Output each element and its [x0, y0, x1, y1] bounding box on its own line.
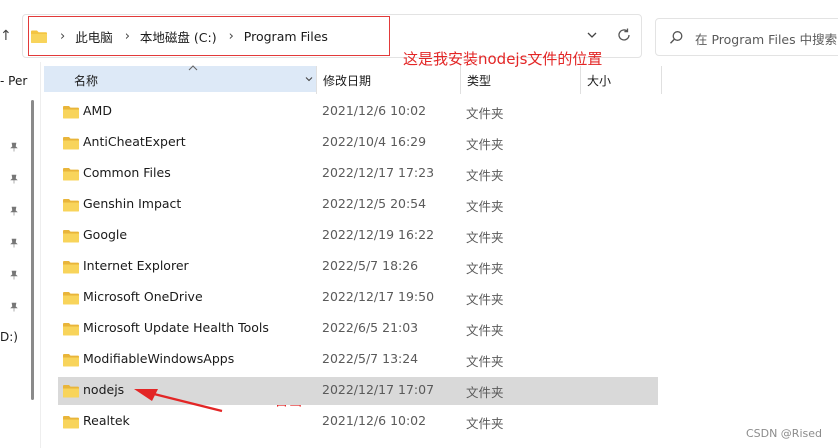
breadcrumb-this-pc[interactable]: 此电脑 [75, 27, 113, 46]
file-name: AntiCheatExpert [83, 134, 186, 149]
file-modified-date: 2022/6/5 21:03 [322, 320, 419, 335]
pin-icon [10, 270, 18, 280]
folder-icon [30, 29, 48, 44]
file-row[interactable]: Genshin Impact 2022/12/5 20:54 文件夹 [58, 191, 658, 219]
file-type: 文件夹 [466, 261, 504, 276]
file-modified-date: 2022/5/7 13:24 [322, 351, 419, 366]
file-type: 文件夹 [466, 354, 504, 369]
file-name: Google [83, 227, 128, 242]
column-divider[interactable] [580, 66, 581, 94]
file-row[interactable]: Internet Explorer 2022/5/7 18:26 文件夹 [58, 253, 658, 281]
file-row[interactable]: ModifiableWindowsApps 2022/5/7 13:24 文件夹 [58, 346, 658, 374]
address-dropdown-chevron-icon[interactable] [585, 28, 599, 42]
folder-icon [63, 230, 79, 243]
pin-icon [10, 174, 18, 184]
file-modified-date: 2022/12/5 20:54 [322, 196, 427, 211]
file-type: 文件夹 [466, 106, 504, 121]
column-divider[interactable] [661, 66, 662, 94]
folder-icon [63, 354, 79, 367]
file-row[interactable]: Common Files 2022/12/17 17:23 文件夹 [58, 160, 658, 188]
column-date-label[interactable]: 修改日期 [323, 72, 371, 89]
pin-icon [10, 142, 18, 152]
folder-icon [63, 292, 79, 305]
file-type: 文件夹 [466, 230, 504, 245]
folder-icon [63, 106, 79, 119]
file-name: Microsoft Update Health Tools [83, 320, 269, 335]
column-divider[interactable] [460, 66, 461, 94]
file-modified-date: 2022/12/17 17:23 [322, 165, 435, 180]
file-modified-date: 2022/12/19 16:22 [322, 227, 435, 242]
search-input[interactable]: 在 Program Files 中搜索 [655, 18, 838, 56]
breadcrumb-separator: › [60, 28, 66, 44]
file-name: Internet Explorer [83, 258, 189, 273]
search-placeholder: 在 Program Files 中搜索 [695, 32, 838, 47]
breadcrumb-local-disk-c[interactable]: 本地磁盘 (C:) [140, 27, 217, 46]
up-arrow-icon[interactable]: ↑ [0, 28, 12, 44]
file-name: Realtek [83, 413, 130, 428]
column-divider[interactable] [316, 66, 317, 94]
pane-divider [40, 62, 41, 448]
file-modified-date: 2022/5/7 18:26 [322, 258, 419, 273]
file-type: 文件夹 [466, 323, 504, 338]
nav-item-drive-d[interactable]: D:) [0, 330, 18, 344]
file-type: 文件夹 [466, 168, 504, 183]
folder-icon [63, 261, 79, 274]
file-name: AMD [83, 103, 112, 118]
nav-scrollbar[interactable] [31, 100, 34, 400]
file-row[interactable]: Microsoft OneDrive 2022/12/17 19:50 文件夹 [58, 284, 658, 312]
file-type: 文件夹 [466, 292, 504, 307]
pin-icon [10, 238, 18, 248]
column-header-name[interactable]: 名称 [44, 65, 316, 92]
file-row[interactable]: Microsoft Update Health Tools 2022/6/5 21… [58, 315, 658, 343]
nav-item-partial[interactable]: - Per [0, 74, 27, 88]
file-name: ModifiableWindowsApps [83, 351, 235, 366]
folder-icon [63, 168, 79, 181]
folder-icon [63, 137, 79, 150]
file-name: Microsoft OneDrive [83, 289, 203, 304]
file-modified-date: 2021/12/6 10:02 [322, 413, 427, 428]
file-modified-date: 2022/12/17 17:07 [322, 382, 435, 397]
file-type: 文件夹 [466, 385, 504, 400]
file-modified-date: 2022/12/17 19:50 [322, 289, 435, 304]
folder-icon [63, 323, 79, 336]
file-type: 文件夹 [466, 416, 504, 431]
breadcrumb-separator: › [228, 28, 234, 44]
refresh-icon[interactable] [616, 27, 632, 43]
file-modified-date: 2022/10/4 16:29 [322, 134, 427, 149]
column-size-label[interactable]: 大小 [587, 72, 611, 89]
file-name: nodejs [83, 382, 125, 397]
annotation-arrow [134, 389, 223, 413]
file-row[interactable]: Google 2022/12/19 16:22 文件夹 [58, 222, 658, 250]
search-icon [669, 31, 683, 44]
sort-ascending-icon [188, 65, 198, 71]
file-row[interactable]: AMD 2021/12/6 10:02 文件夹 [58, 98, 658, 126]
breadcrumb-separator: › [124, 28, 130, 44]
file-name: Common Files [83, 165, 171, 180]
folder-icon [63, 199, 79, 212]
file-name: Genshin Impact [83, 196, 182, 211]
breadcrumb-program-files[interactable]: Program Files [244, 29, 328, 44]
column-name-label: 名称 [74, 74, 99, 88]
file-type: 文件夹 [466, 199, 504, 214]
pin-icon [10, 206, 18, 216]
chevron-down-icon[interactable] [304, 74, 314, 84]
folder-icon [63, 416, 79, 429]
breadcrumb: › 此电脑 › 本地磁盘 (C:) › Program Files [30, 26, 328, 46]
watermark: CSDN @Rised [745, 427, 822, 440]
file-modified-date: 2021/12/6 10:02 [322, 103, 427, 118]
file-row[interactable]: AntiCheatExpert 2022/10/4 16:29 文件夹 [58, 129, 658, 157]
folder-icon [63, 385, 79, 398]
file-type: 文件夹 [466, 137, 504, 152]
pin-icon [10, 302, 18, 312]
column-type-label[interactable]: 类型 [467, 72, 491, 89]
column-header-row: 名称 修改日期 类型 大小 [44, 65, 664, 94]
